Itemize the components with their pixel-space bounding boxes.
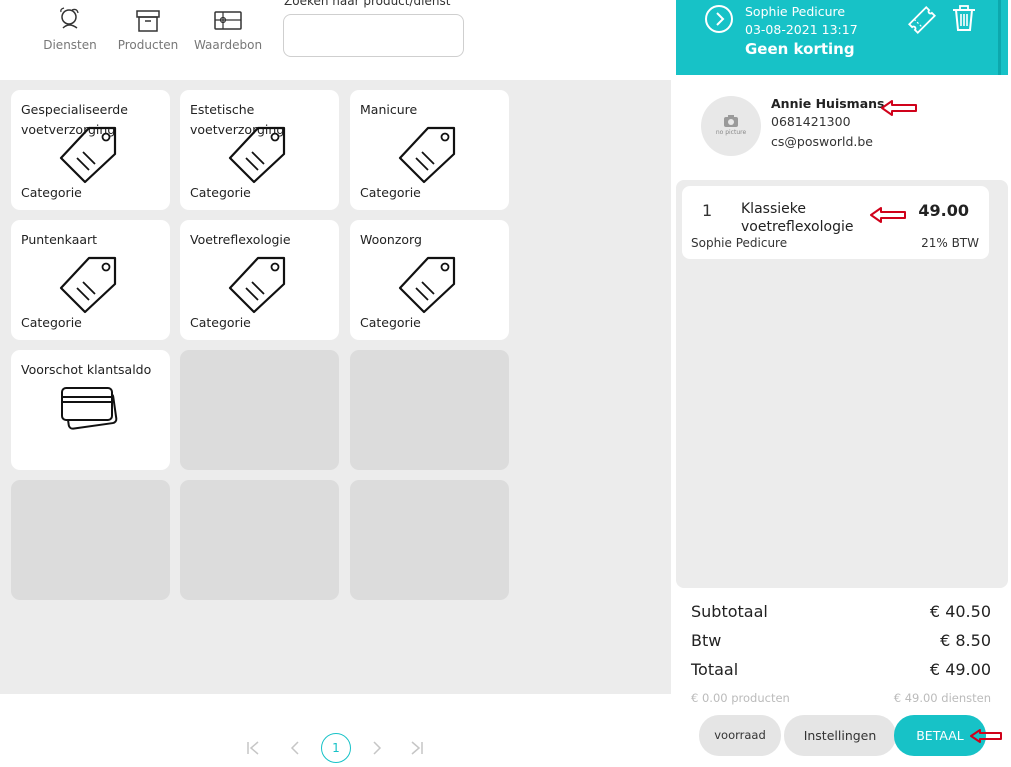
person-massage-icon: [60, 7, 79, 29]
line-quantity: 1: [702, 201, 713, 220]
tag-icon: [228, 256, 286, 314]
go-button[interactable]: [705, 5, 733, 33]
tile-category: Categorie: [190, 315, 251, 330]
vat-label: Btw: [691, 631, 722, 650]
ticket-datetime: 03-08-2021 13:17: [745, 22, 858, 37]
customer-card[interactable]: no picture Annie Huismans 0681421300 cs@…: [676, 80, 1011, 175]
toolbar: Diensten Producten Waardebon Zoeken naar…: [0, 0, 672, 76]
total-label: Totaal: [691, 660, 739, 679]
line-price: 49.00: [918, 201, 969, 220]
total-row: Totaal € 49.00: [691, 660, 991, 679]
customer-name: Annie Huismans: [771, 96, 885, 111]
tile-category: Categorie: [360, 185, 421, 200]
search-label: Zoeken naar product/dienst: [284, 0, 451, 8]
tile-category: Categorie: [360, 315, 421, 330]
tag-icon: [59, 126, 117, 184]
subtotal-row: Subtotaal € 40.50: [691, 602, 991, 621]
avatar: no picture: [701, 96, 761, 156]
tile-empty: [350, 480, 509, 600]
subtotal-label: Subtotaal: [691, 602, 768, 621]
tile-name: Manicure: [360, 102, 418, 117]
tile-name: Voorschot klantsaldo: [21, 362, 152, 377]
products-label: Producten: [117, 38, 179, 52]
customer-email: cs@posworld.be: [771, 134, 873, 149]
cart-line[interactable]: 1 Klassieke voetreflexologie 49.00 Sophi…: [682, 186, 989, 259]
tag-icon: [398, 126, 456, 184]
gift-card-icon: [214, 11, 242, 30]
tile-voorschot-klantsaldo[interactable]: Voorschot klantsaldo: [11, 350, 170, 470]
chevron-right-icon: [716, 12, 725, 26]
trash-icon[interactable]: [951, 4, 977, 32]
tag-icon: [59, 256, 117, 314]
products-sum: € 0.00 producten: [691, 691, 790, 705]
prev-page-icon[interactable]: [289, 741, 301, 755]
tile-name: Voetreflexologie: [190, 232, 291, 247]
tile-category: Categorie: [21, 315, 82, 330]
tile-empty: [180, 480, 339, 600]
vat-row: Btw € 8.50: [691, 631, 991, 650]
products-tab[interactable]: Producten: [108, 6, 188, 52]
tag-icon: [228, 126, 286, 184]
camera-icon: [724, 115, 738, 127]
pos-app: Diensten Producten Waardebon Zoeken naar…: [0, 0, 1011, 767]
voucher-tab[interactable]: Waardebon: [188, 6, 268, 52]
box-icon: [136, 10, 160, 32]
vat-value: € 8.50: [940, 631, 991, 650]
tile-voetreflexologie[interactable]: Voetreflexologie Categorie: [180, 220, 339, 340]
breakdown-row: € 0.00 producten € 49.00 diensten: [691, 691, 991, 705]
credit-card-icon: [61, 387, 118, 430]
total-value: € 49.00: [929, 660, 991, 679]
line-vat: 21% BTW: [921, 236, 979, 250]
tile-empty: [350, 350, 509, 470]
settings-button[interactable]: Instellingen: [784, 715, 896, 756]
services-sum: € 49.00 diensten: [893, 691, 991, 705]
services-tab[interactable]: Diensten: [30, 6, 110, 52]
ticket-header: Sophie Pedicure 03-08-2021 13:17 Geen ko…: [676, 0, 1008, 75]
ticket-icon[interactable]: [905, 4, 939, 36]
voucher-label: Waardebon: [193, 38, 263, 52]
checkout-panel: Sophie Pedicure 03-08-2021 13:17 Geen ko…: [676, 0, 1011, 767]
tile-estetische-voetverzorging[interactable]: Estetische voetverzorging Categorie: [180, 90, 339, 210]
tile-puntenkaart[interactable]: Puntenkaart Categorie: [11, 220, 170, 340]
employee-name: Sophie Pedicure: [745, 4, 846, 19]
annotation-arrow-icon: [870, 207, 906, 223]
annotation-arrow-icon: [881, 100, 917, 116]
tile-category: Categorie: [21, 185, 82, 200]
discount-label[interactable]: Geen korting: [745, 40, 855, 58]
tag-icon: [398, 256, 456, 314]
search-input[interactable]: [283, 14, 464, 57]
header-divider: [998, 0, 1001, 75]
tile-woonzorg[interactable]: Woonzorg Categorie: [350, 220, 509, 340]
tile-empty: [11, 480, 170, 600]
subtotal-value: € 40.50: [929, 602, 991, 621]
current-page[interactable]: 1: [321, 733, 351, 763]
line-employee: Sophie Pedicure: [691, 236, 788, 250]
next-page-icon[interactable]: [371, 741, 383, 755]
tile-gespecialiseerde-voetverzorging[interactable]: Gespecialiseerde voetverzorging Categori…: [11, 90, 170, 210]
tile-category: Categorie: [190, 185, 251, 200]
tile-empty: [180, 350, 339, 470]
product-grid: Gespecialiseerde voetverzorging Categori…: [0, 80, 671, 694]
product-panel: Diensten Producten Waardebon Zoeken naar…: [0, 0, 672, 767]
customer-phone: 0681421300: [771, 114, 851, 129]
annotation-arrow-icon: [970, 729, 1002, 743]
stock-button[interactable]: voorraad: [699, 715, 781, 756]
first-page-icon[interactable]: [246, 741, 260, 755]
tile-name: Puntenkaart: [21, 232, 98, 247]
services-label: Diensten: [43, 38, 97, 52]
avatar-placeholder-text: no picture: [715, 129, 747, 136]
tile-name: Woonzorg: [360, 232, 422, 247]
last-page-icon[interactable]: [410, 741, 424, 755]
cart-list: 1 Klassieke voetreflexologie 49.00 Sophi…: [676, 180, 1008, 588]
tile-manicure[interactable]: Manicure Categorie: [350, 90, 509, 210]
